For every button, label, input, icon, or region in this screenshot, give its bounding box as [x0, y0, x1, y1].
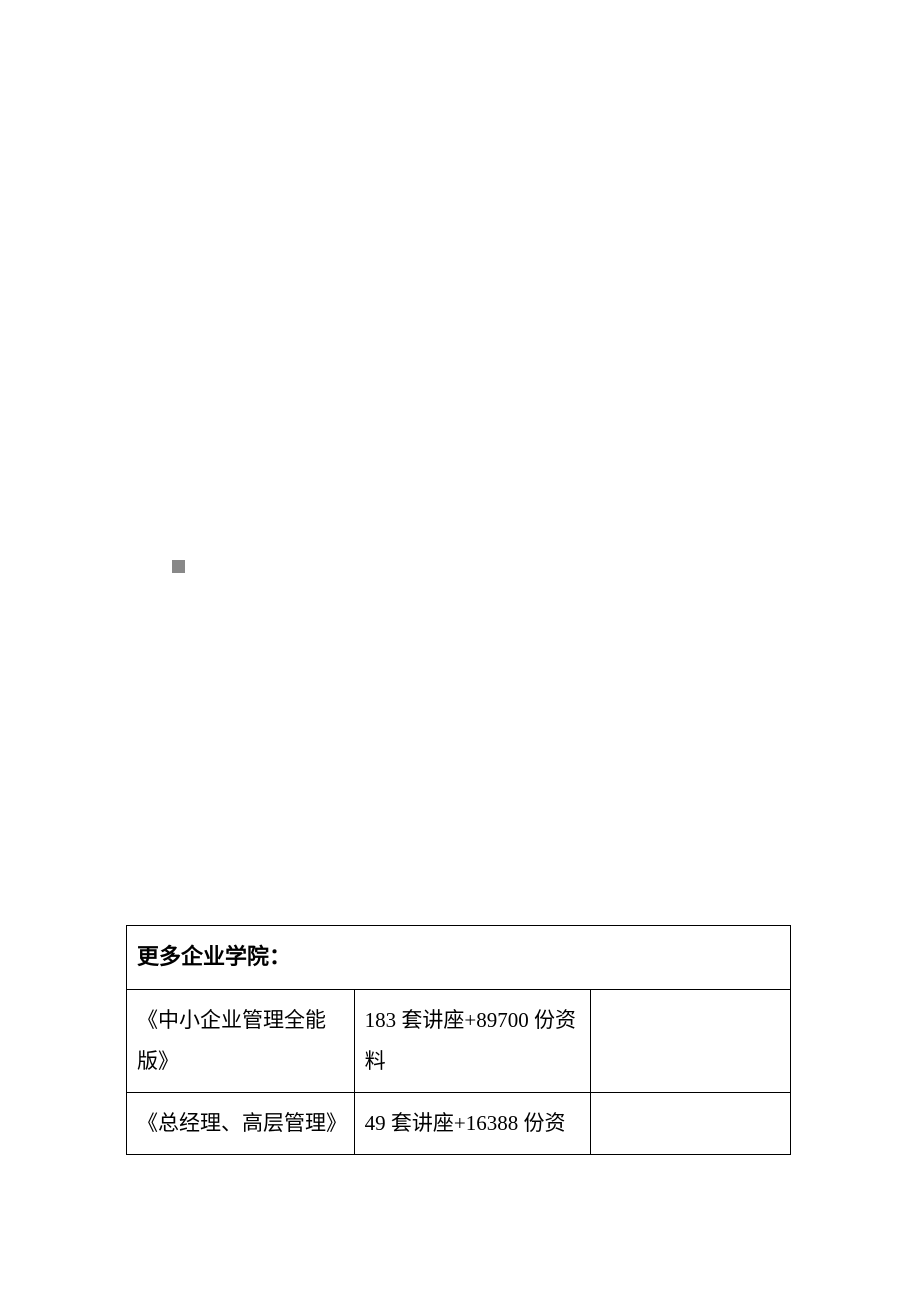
table-row: 《总经理、高层管理》 49 套讲座+16388 份资 [127, 1092, 791, 1154]
course-table: 更多企业学院： 《中小企业管理全能版》 183 套讲座+89700 份资料 《总… [126, 925, 791, 1155]
course-extra-cell [591, 989, 791, 1092]
table-row: 《中小企业管理全能版》 183 套讲座+89700 份资料 [127, 989, 791, 1092]
course-extra-cell [591, 1092, 791, 1154]
course-title-cell: 《中小企业管理全能版》 [127, 989, 355, 1092]
decorative-square [172, 560, 185, 573]
course-title-cell: 《总经理、高层管理》 [127, 1092, 355, 1154]
table-header-row: 更多企业学院： [127, 926, 791, 990]
course-desc-cell: 183 套讲座+89700 份资料 [354, 989, 591, 1092]
table-header-cell: 更多企业学院： [127, 926, 791, 990]
course-desc-cell: 49 套讲座+16388 份资 [354, 1092, 591, 1154]
